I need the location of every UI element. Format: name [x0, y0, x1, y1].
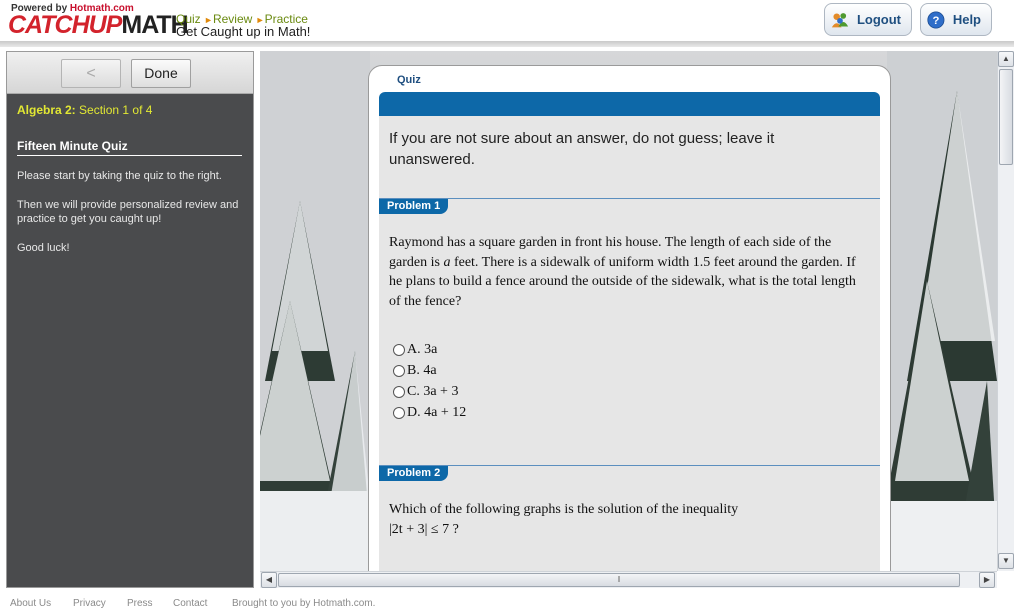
app-header: Powered by Hotmath.com CATCHUPMATH Quiz …: [0, 0, 1014, 41]
problem-divider: [379, 465, 880, 466]
vertical-scrollbar[interactable]: ▲ ▼: [997, 51, 1014, 571]
scroll-up-icon[interactable]: ▲: [998, 51, 1014, 67]
horizontal-scrollbar[interactable]: ◀ ‖ ▶: [260, 571, 997, 588]
choice-d[interactable]: D. 4a + 12: [393, 405, 466, 421]
problem-1-label: Problem 1: [379, 199, 449, 214]
problem-2-text: Which of the following graphs is the sol…: [389, 502, 739, 517]
radio-button[interactable]: [393, 365, 405, 377]
done-button[interactable]: Done: [131, 59, 191, 88]
scroll-left-icon[interactable]: ◀: [261, 572, 277, 588]
quiz-body: If you are not sure about an answer, do …: [379, 116, 880, 571]
footer-credit: Brought to you by Hotmath.com.: [232, 598, 376, 609]
sidebar: < Done Algebra 2: Section 1 of 4 Fifteen…: [6, 51, 254, 588]
catchupmath-logo: CATCHUPMATH: [8, 11, 189, 39]
course-name: Algebra 2:: [17, 103, 76, 117]
choice-a-label: A. 3a: [407, 342, 438, 357]
tagline: Quiz ►Review ►Practice Get Caught up in …: [176, 13, 310, 38]
snowy-trees-left: [260, 51, 370, 571]
section-label: Section 1 of 4: [79, 103, 153, 117]
svg-text:?: ?: [932, 15, 939, 27]
help-icon: ?: [927, 10, 945, 29]
radio-button[interactable]: [393, 344, 405, 356]
problem-divider: [379, 198, 880, 199]
tagline-text: Get Caught up in Math!: [176, 24, 311, 39]
help-button[interactable]: ? Help: [920, 3, 992, 36]
quiz-card: Quiz If you are not sure about an answer…: [368, 65, 891, 571]
sidebar-paragraph: Good luck!: [17, 242, 70, 254]
problem-1-text: Raymond has a square garden in front his…: [389, 233, 864, 311]
scroll-right-icon[interactable]: ▶: [979, 572, 995, 588]
sidebar-paragraph: Then we will provide personalized review…: [17, 199, 239, 225]
choice-b[interactable]: B. 4a: [393, 363, 437, 379]
quiz-instructions: If you are not sure about an answer, do …: [389, 130, 775, 168]
sidebar-paragraph: Please start by taking the quiz to the r…: [17, 170, 222, 182]
logo-catchup: CATCHUP: [8, 11, 122, 39]
logout-label: Logout: [856, 12, 901, 27]
footer: About Us Privacy Press Contact Brought t…: [0, 596, 1014, 614]
problem-1-text-end: feet. There is a sidewalk of uniform wid…: [389, 254, 856, 309]
sidebar-title: Fifteen Minute Quiz: [17, 139, 242, 156]
sidebar-toolbar: < Done: [7, 52, 253, 94]
section-indicator: Algebra 2: Section 1 of 4: [17, 103, 152, 117]
problem-2-label: Problem 2: [379, 466, 449, 481]
footer-link-privacy[interactable]: Privacy: [73, 598, 106, 609]
scroll-down-icon[interactable]: ▼: [998, 553, 1014, 569]
quiz-tab: Quiz: [397, 74, 421, 86]
footer-link-press[interactable]: Press: [127, 598, 153, 609]
snowy-trees-right: [887, 51, 997, 571]
choice-a[interactable]: A. 3a: [393, 342, 437, 358]
footer-link-contact[interactable]: Contact: [173, 598, 207, 609]
radio-button[interactable]: [393, 407, 405, 419]
choice-c[interactable]: C. 3a + 3: [393, 384, 458, 400]
vertical-scroll-thumb[interactable]: [999, 69, 1013, 165]
radio-button[interactable]: [393, 386, 405, 398]
header-divider: [0, 41, 1014, 47]
choice-b-label: B. 4a: [407, 363, 437, 378]
logout-button[interactable]: Logout: [824, 3, 912, 36]
choice-c-label: C. 3a + 3: [407, 384, 459, 399]
back-button[interactable]: <: [61, 59, 121, 88]
users-icon: [831, 12, 849, 27]
help-label: Help: [952, 12, 981, 27]
choice-d-label: D. 4a + 12: [407, 405, 467, 420]
problem-2-inequality: |2t + 3| ≤ 7 ?: [389, 522, 459, 537]
quiz-viewport[interactable]: Quiz If you are not sure about an answer…: [260, 51, 997, 571]
quiz-header-bar: [379, 92, 880, 116]
horizontal-scroll-thumb[interactable]: ‖: [278, 573, 960, 587]
footer-link-about[interactable]: About Us: [10, 598, 51, 609]
